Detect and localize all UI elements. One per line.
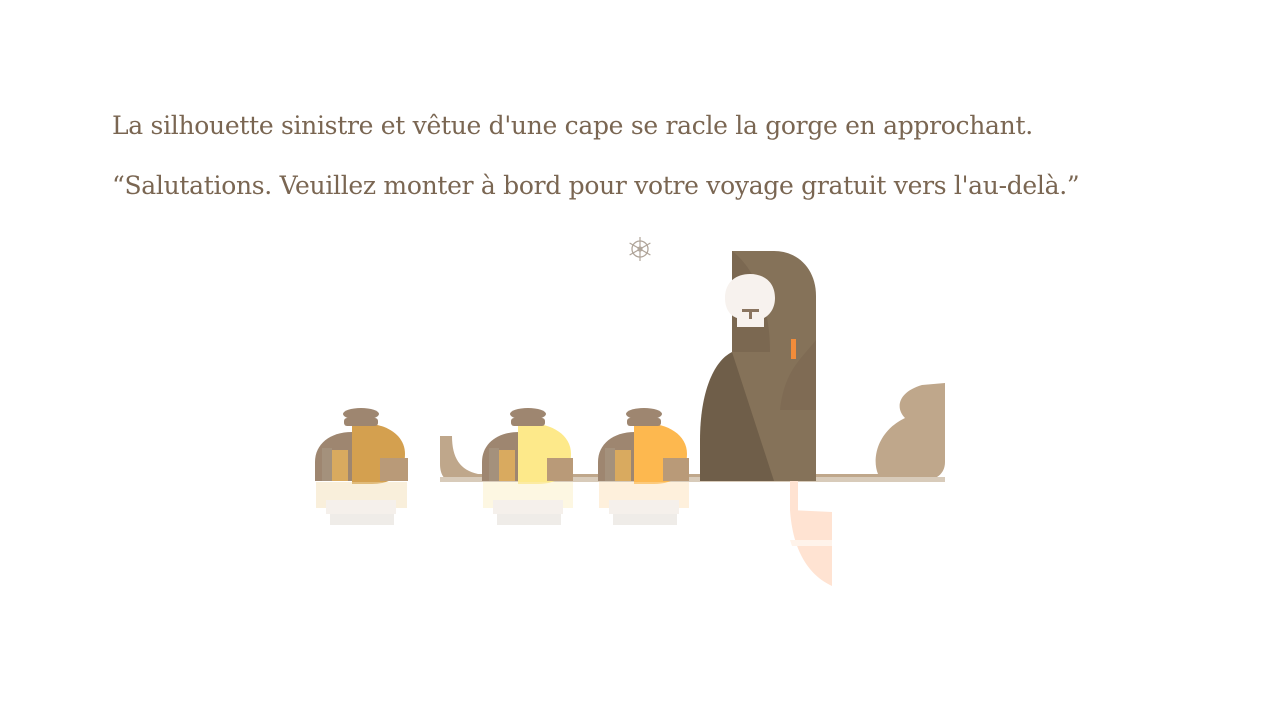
- passenger-3: [598, 408, 689, 484]
- water-reflection: [316, 482, 689, 525]
- ferry-scene: [315, 251, 945, 586]
- oar: [790, 481, 832, 586]
- passenger-1: [315, 408, 408, 484]
- passenger-2: [482, 408, 573, 484]
- cloaked-figure: [700, 251, 816, 481]
- game-screen: La silhouette sinistre et vêtue d'une ca…: [0, 0, 1280, 720]
